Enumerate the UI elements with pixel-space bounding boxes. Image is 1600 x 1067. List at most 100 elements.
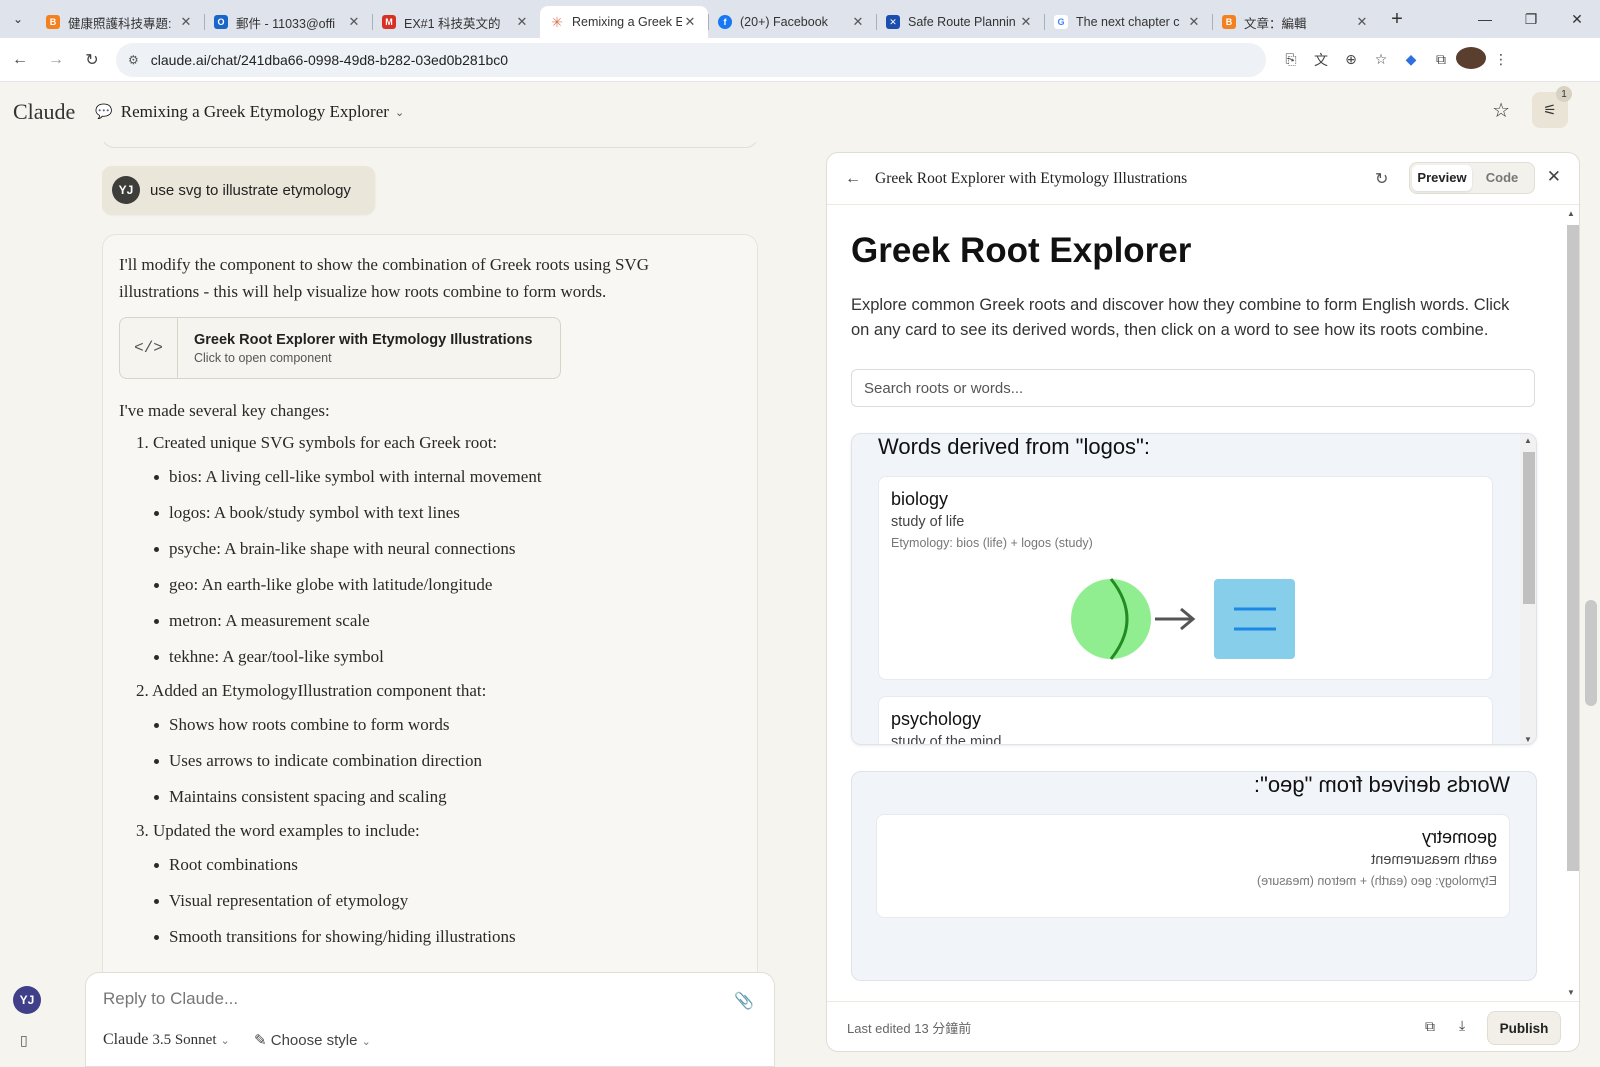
style-label: Choose style: [270, 1032, 358, 1049]
extension-shield-icon[interactable]: ◆: [1396, 51, 1426, 68]
list-item: metron: A measurement scale: [154, 609, 741, 633]
window-close-icon[interactable]: ✕: [1554, 0, 1600, 38]
zoom-icon[interactable]: ⊕: [1336, 51, 1366, 68]
chevron-down-icon: ⌄: [394, 106, 405, 119]
close-icon[interactable]: ✕: [1186, 14, 1202, 30]
refresh-icon[interactable]: ↻: [1375, 169, 1388, 189]
outlook-icon: O: [214, 15, 228, 29]
scroll-up-icon[interactable]: ▲: [1524, 436, 1532, 445]
scroll-down-icon[interactable]: ▼: [1567, 988, 1575, 997]
panel-scrollbar[interactable]: ▲ ▼: [1520, 434, 1536, 744]
word-card[interactable]: geometry earth measurement Etymology: ge…: [876, 814, 1510, 918]
word-card[interactable]: biology study of life Etymology: bios (l…: [878, 476, 1493, 680]
code-icon: </>: [120, 318, 178, 378]
paperclip-icon[interactable]: 📎: [734, 991, 754, 1011]
blogger-icon: B: [46, 15, 60, 29]
extensions-icon[interactable]: ⧉: [1426, 51, 1456, 68]
install-icon[interactable]: ⎘: [1276, 51, 1306, 68]
close-icon[interactable]: ✕: [514, 14, 530, 30]
page-scrollbar[interactable]: [1585, 600, 1597, 706]
account-avatar[interactable]: YJ: [13, 986, 41, 1014]
bookmark-star-icon[interactable]: ☆: [1366, 51, 1396, 68]
list-item: 3. Updated the word examples to include:: [136, 821, 420, 840]
list-item: Uses arrows to indicate combination dire…: [154, 749, 741, 773]
minimize-icon[interactable]: —: [1462, 0, 1508, 38]
browser-tabbar: ⌄ B 健康照護科技專題: ✕ O 郵件 - 11033@offi ✕ M EX#1 科技…: [0, 0, 1600, 38]
chat-title-button[interactable]: 💬 Remixing a Greek Etymology Explorer ⌄: [95, 102, 404, 122]
browser-tab-active[interactable]: ✳ Remixing a Greek E ✕: [540, 6, 708, 38]
scroll-thumb[interactable]: [1567, 225, 1579, 871]
back-icon[interactable]: ←: [4, 44, 36, 76]
restore-icon[interactable]: ❐: [1508, 0, 1554, 38]
tab-code[interactable]: Code: [1472, 165, 1532, 191]
profile-avatar[interactable]: [1456, 47, 1486, 72]
close-icon[interactable]: ✕: [1354, 14, 1370, 30]
model-selector[interactable]: Claude 3.5 Sonnet ⌄: [103, 1031, 230, 1049]
reply-input[interactable]: Reply to Claude...: [103, 989, 238, 1009]
app-header: Claude 💬 Remixing a Greek Etymology Expl…: [0, 82, 1600, 142]
publish-button[interactable]: Publish: [1487, 1011, 1561, 1045]
blogger-icon: B: [1222, 15, 1236, 29]
site-info-icon[interactable]: ⚙: [128, 53, 139, 67]
list-item: Shows how roots combine to form words: [154, 713, 741, 737]
word-etymology: Etymology: bios (life) + logos (study): [891, 536, 1093, 550]
assistant-intro: I'll modify the component to show the co…: [119, 255, 649, 301]
url-field[interactable]: ⚙ claude.ai/chat/241dba66-0998-49d8-b282…: [116, 42, 1266, 77]
browser-tab[interactable]: O 郵件 - 11033@offi ✕: [204, 6, 372, 38]
browser-menu-icon[interactable]: ⋮: [1486, 51, 1516, 68]
back-arrow-icon[interactable]: ←: [845, 170, 861, 188]
gmail-icon: M: [382, 15, 396, 29]
copy-icon[interactable]: ⧉: [1425, 1018, 1435, 1035]
scroll-thumb[interactable]: [1523, 452, 1535, 604]
view-toggle: Preview Code: [1409, 162, 1535, 194]
reload-icon[interactable]: ↻: [76, 44, 108, 76]
facebook-icon: f: [718, 15, 732, 29]
chat-settings-button[interactable]: ⚟ 1: [1532, 86, 1572, 128]
browser-tab[interactable]: M EX#1 科技英文的 ✕: [372, 6, 540, 38]
browser-tab[interactable]: B 健康照護科技專題: ✕: [36, 6, 204, 38]
artifact-footer: Last edited 13 分鐘前 ⧉ ⤓ Publish: [827, 1001, 1579, 1051]
derived-words-title: Words derived from "logos":: [878, 434, 1150, 459]
close-icon[interactable]: ✕: [682, 14, 698, 30]
browser-tab[interactable]: G The next chapter c ✕: [1044, 6, 1212, 38]
bios-cell-icon: [1071, 579, 1151, 659]
scroll-down-icon[interactable]: ▼: [1524, 735, 1532, 744]
forward-icon[interactable]: →: [40, 44, 72, 76]
close-icon[interactable]: ✕: [346, 14, 362, 30]
tab-search-icon[interactable]: ⌄: [0, 0, 36, 38]
style-selector[interactable]: ✎ Choose style ⌄: [254, 1031, 371, 1049]
browser-tab[interactable]: f (20+) Facebook ✕: [708, 6, 876, 38]
list-item: Smooth transitions for showing/hiding il…: [154, 925, 741, 949]
header-actions: ☆ ⚟ 1: [1492, 86, 1572, 128]
scroll-up-icon[interactable]: ▲: [1567, 209, 1575, 218]
search-input[interactable]: Search roots or words...: [851, 369, 1535, 407]
preview-scrollbar[interactable]: ▲ ▼: [1565, 209, 1579, 997]
new-tab-button[interactable]: +: [1380, 8, 1414, 31]
browser-tab[interactable]: ✕ Safe Route Plannin ✕: [876, 6, 1044, 38]
close-icon[interactable]: ✕: [1018, 14, 1034, 30]
download-icon[interactable]: ⤓: [1459, 1017, 1465, 1034]
word-definition: earth measurement: [1371, 852, 1497, 868]
close-icon[interactable]: ✕: [178, 14, 194, 30]
user-avatar: YJ: [112, 176, 140, 204]
close-icon[interactable]: ✕: [850, 14, 866, 30]
window-controls: — ❐ ✕: [1462, 0, 1600, 38]
sliders-icon: ⚟: [1543, 102, 1557, 119]
chat-title: Remixing a Greek Etymology Explorer: [120, 102, 389, 121]
tab-preview[interactable]: Preview: [1412, 165, 1472, 191]
sidebar-toggle-icon[interactable]: ▯: [20, 1032, 28, 1049]
star-icon[interactable]: ☆: [1492, 98, 1510, 123]
notification-badge: 1: [1556, 86, 1572, 102]
translate-icon[interactable]: 文: [1306, 50, 1336, 70]
artifact-card[interactable]: </> Greek Root Explorer with Etymology I…: [119, 317, 561, 379]
butterfly-icon: ✕: [886, 15, 900, 29]
word-card[interactable]: psychology study of the mind: [878, 696, 1493, 745]
close-icon[interactable]: ✕: [1547, 167, 1561, 187]
bullet-list: bios: A living cell-like symbol with int…: [119, 465, 741, 669]
bullet-list: Shows how roots combine to form words Us…: [119, 713, 741, 809]
user-message-text: use svg to illustrate etymology: [150, 181, 351, 199]
claude-logo[interactable]: Claude: [13, 99, 75, 125]
word-definition: study of the mind: [891, 734, 1002, 745]
artifact-title: Greek Root Explorer with Etymology Illus…: [875, 169, 1188, 187]
browser-tab[interactable]: B 文章：編輯 ✕: [1212, 6, 1380, 38]
